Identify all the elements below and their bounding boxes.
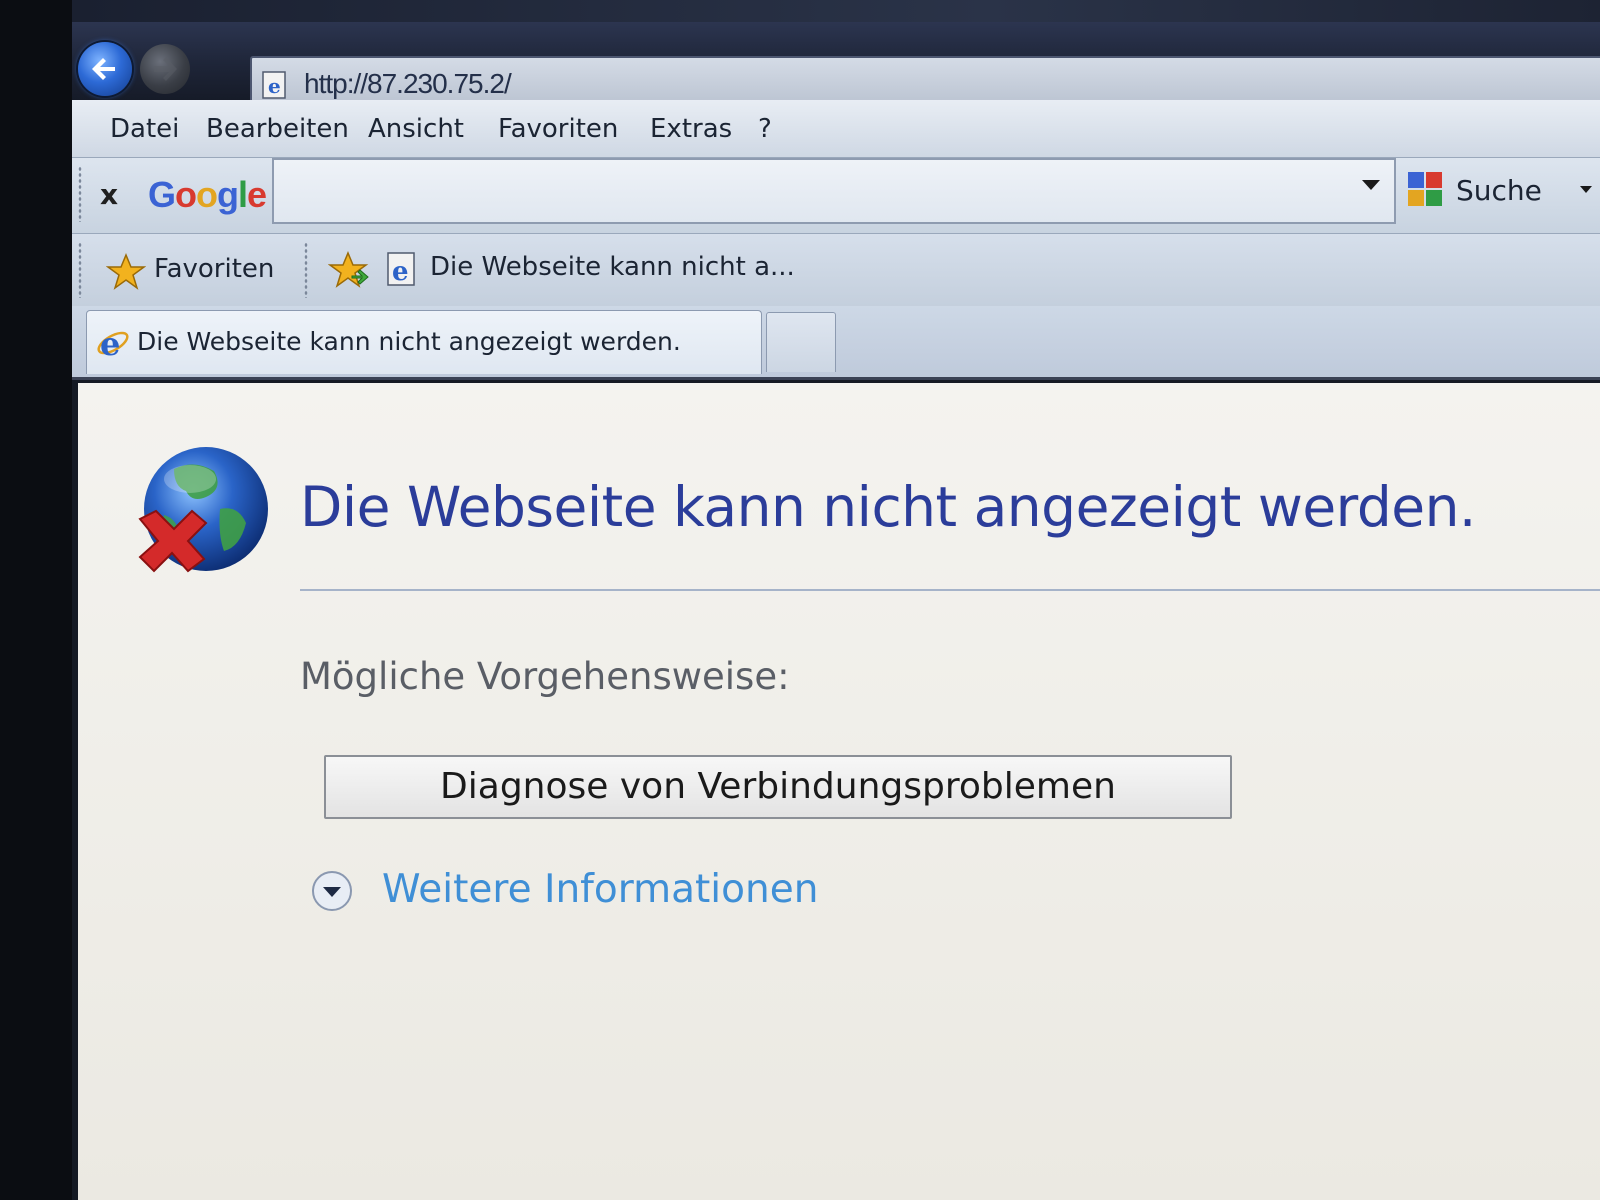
- toolbar-grip[interactable]: [304, 242, 308, 298]
- google-toolbar-close-button[interactable]: x: [100, 178, 118, 211]
- google-logo-letter: g: [217, 174, 239, 215]
- menu-help[interactable]: ?: [758, 114, 772, 144]
- google-search-icon: [1408, 172, 1442, 206]
- google-search-input[interactable]: [272, 158, 1396, 224]
- menu-bearbeiten[interactable]: Bearbeiten: [206, 114, 349, 144]
- globe-error-icon: [138, 447, 268, 573]
- page-title: Die Webseite kann nicht angezeigt werden…: [300, 475, 1476, 539]
- google-logo-letter: o: [196, 174, 218, 215]
- favorites-bar: Favoriten e Die Webseite kann nicht a...: [72, 234, 1600, 306]
- more-information-label[interactable]: Weitere Informationen: [382, 867, 818, 912]
- google-logo-letter: l: [238, 174, 248, 215]
- svg-text:e: e: [100, 325, 120, 361]
- browser-window: e http://87.230.75.2/ Datei Bearbeiten A…: [72, 0, 1600, 1200]
- back-button[interactable]: [78, 42, 132, 96]
- actions-heading: Mögliche Vorgehensweise:: [300, 655, 790, 698]
- ie-logo-icon: e: [97, 325, 129, 361]
- navigation-bar: e http://87.230.75.2/: [72, 22, 1600, 110]
- tab-label: Die Webseite kann nicht angezeigt werden…: [137, 327, 681, 356]
- error-page: Die Webseite kann nicht angezeigt werden…: [78, 383, 1600, 1200]
- chevron-down-circle-icon[interactable]: [310, 869, 354, 913]
- toolbar-grip[interactable]: [78, 166, 82, 222]
- tab-bar: e Die Webseite kann nicht angezeigt werd…: [72, 306, 1600, 380]
- svg-text:e: e: [268, 74, 281, 98]
- menu-datei[interactable]: Datei: [110, 114, 179, 144]
- forward-arrow-icon: [154, 57, 177, 81]
- tab-active[interactable]: e Die Webseite kann nicht angezeigt werd…: [86, 310, 762, 374]
- diagnose-connection-button[interactable]: Diagnose von Verbindungsproblemen: [324, 755, 1232, 819]
- menu-favoriten[interactable]: Favoriten: [498, 114, 618, 144]
- toolbar-grip[interactable]: [78, 242, 82, 298]
- google-logo-letter: e: [247, 174, 267, 215]
- google-logo-letter: G: [148, 174, 176, 215]
- google-toolbar: x Google Suche: [72, 158, 1600, 234]
- ie-page-icon: e: [262, 71, 286, 99]
- new-tab-button[interactable]: [766, 312, 836, 372]
- google-search-button[interactable]: Suche: [1400, 164, 1600, 220]
- address-text[interactable]: http://87.230.75.2/: [304, 68, 512, 100]
- chevron-down-icon[interactable]: [1580, 186, 1592, 193]
- add-favorite-icon[interactable]: [328, 250, 372, 290]
- google-logo-letter: o: [175, 174, 197, 215]
- title-bar: [72, 0, 1600, 22]
- more-information-link[interactable]: Weitere Informationen: [310, 863, 830, 919]
- google-logo[interactable]: Google: [148, 174, 267, 216]
- favorite-link[interactable]: Die Webseite kann nicht a...: [430, 252, 795, 282]
- menu-extras[interactable]: Extras: [650, 114, 732, 144]
- search-button-label: Suche: [1456, 174, 1542, 207]
- search-history-dropdown-icon[interactable]: [1362, 180, 1380, 190]
- favorites-button[interactable]: Favoriten: [154, 254, 274, 284]
- divider: [300, 589, 1600, 591]
- ie-page-icon[interactable]: e: [384, 250, 420, 288]
- star-icon[interactable]: [106, 252, 146, 292]
- menu-ansicht[interactable]: Ansicht: [368, 114, 464, 144]
- menu-bar: Datei Bearbeiten Ansicht Favoriten Extra…: [72, 100, 1600, 158]
- svg-text:e: e: [392, 257, 409, 287]
- forward-button[interactable]: [140, 44, 190, 94]
- back-arrow-icon: [92, 58, 115, 80]
